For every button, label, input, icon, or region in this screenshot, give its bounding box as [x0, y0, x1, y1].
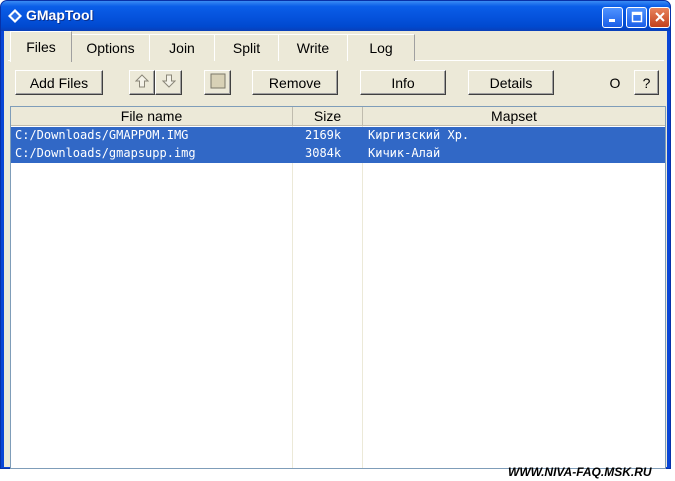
column-header-mapset[interactable]: Mapset: [363, 107, 665, 125]
app-window: GMapTool Files Options Join Split Write …: [0, 0, 671, 469]
square-icon: [210, 73, 226, 92]
remove-button[interactable]: Remove: [252, 70, 338, 95]
cell-size: 2169k: [305, 128, 342, 142]
tab-options[interactable]: Options: [71, 34, 150, 61]
tab-write-label: Write: [296, 40, 330, 56]
close-button[interactable]: [649, 7, 670, 28]
diamond-icon: [8, 9, 22, 23]
help-label: ?: [642, 74, 651, 91]
watermark-text: WWW.NIVA-FAQ.MSK.RU: [508, 465, 652, 479]
maximize-button[interactable]: [626, 7, 647, 28]
window-title: GMapTool: [26, 7, 94, 23]
cell-size: 3084k: [305, 146, 342, 160]
cell-mapset: Киргизский Хр.: [368, 128, 470, 142]
tab-split-label: Split: [232, 40, 261, 56]
cell-mapset: Кичик-Алай: [368, 146, 441, 160]
minimize-button[interactable]: [602, 7, 623, 28]
tab-log[interactable]: Log: [347, 34, 415, 61]
close-icon: [654, 10, 666, 26]
tab-options-label: Options: [86, 40, 135, 56]
stop-button[interactable]: [204, 70, 231, 95]
details-label: Details: [489, 74, 533, 91]
tab-split[interactable]: Split: [214, 34, 279, 61]
column-header-size[interactable]: Size: [293, 107, 363, 125]
arrow-up-icon: [134, 74, 150, 91]
tab-join[interactable]: Join: [149, 34, 215, 61]
table-row[interactable]: C:/Downloads/gmapsupp.img 3084k Кичик-Ал…: [11, 145, 665, 163]
circle-indicator: O: [609, 75, 621, 91]
tab-write[interactable]: Write: [278, 34, 348, 61]
table-row[interactable]: C:/Downloads/GMAPPOM.IMG 2169k Киргизски…: [11, 127, 665, 145]
column-label: File name: [120, 108, 183, 124]
add-files-label: Add Files: [29, 74, 89, 91]
column-divider: [362, 126, 363, 468]
column-header-file-name[interactable]: File name: [11, 107, 293, 125]
arrow-down-icon: [161, 74, 176, 91]
remove-label: Remove: [268, 74, 322, 91]
client-area: Files Options Join Split Write Log Add F…: [4, 31, 667, 469]
column-label: Size: [313, 108, 342, 124]
cell-file-name: C:/Downloads/GMAPPOM.IMG: [15, 128, 189, 142]
table-header: File name Size Mapset: [11, 107, 665, 126]
cell-file-name: C:/Downloads/gmapsupp.img: [15, 146, 196, 160]
column-label: Mapset: [491, 108, 537, 124]
title-bar[interactable]: GMapTool: [1, 1, 670, 31]
move-down-button[interactable]: [155, 70, 182, 95]
info-button[interactable]: Info: [360, 70, 446, 95]
column-divider: [292, 126, 293, 468]
details-button[interactable]: Details: [468, 70, 554, 95]
tab-files[interactable]: Files: [10, 31, 72, 62]
tab-files-label: Files: [26, 39, 56, 55]
tab-join-label: Join: [169, 40, 195, 56]
move-up-button[interactable]: [129, 70, 155, 95]
add-files-button[interactable]: Add Files: [15, 70, 103, 95]
help-button[interactable]: ?: [634, 70, 659, 95]
file-table[interactable]: File name Size Mapset C:/Downloads/GMAPP…: [10, 106, 666, 469]
info-label: Info: [391, 74, 415, 91]
tab-log-label: Log: [369, 40, 393, 56]
minimize-icon: [607, 10, 619, 26]
maximize-icon: [631, 10, 643, 26]
tab-strip: Files Options Join Split Write Log: [8, 31, 664, 62]
